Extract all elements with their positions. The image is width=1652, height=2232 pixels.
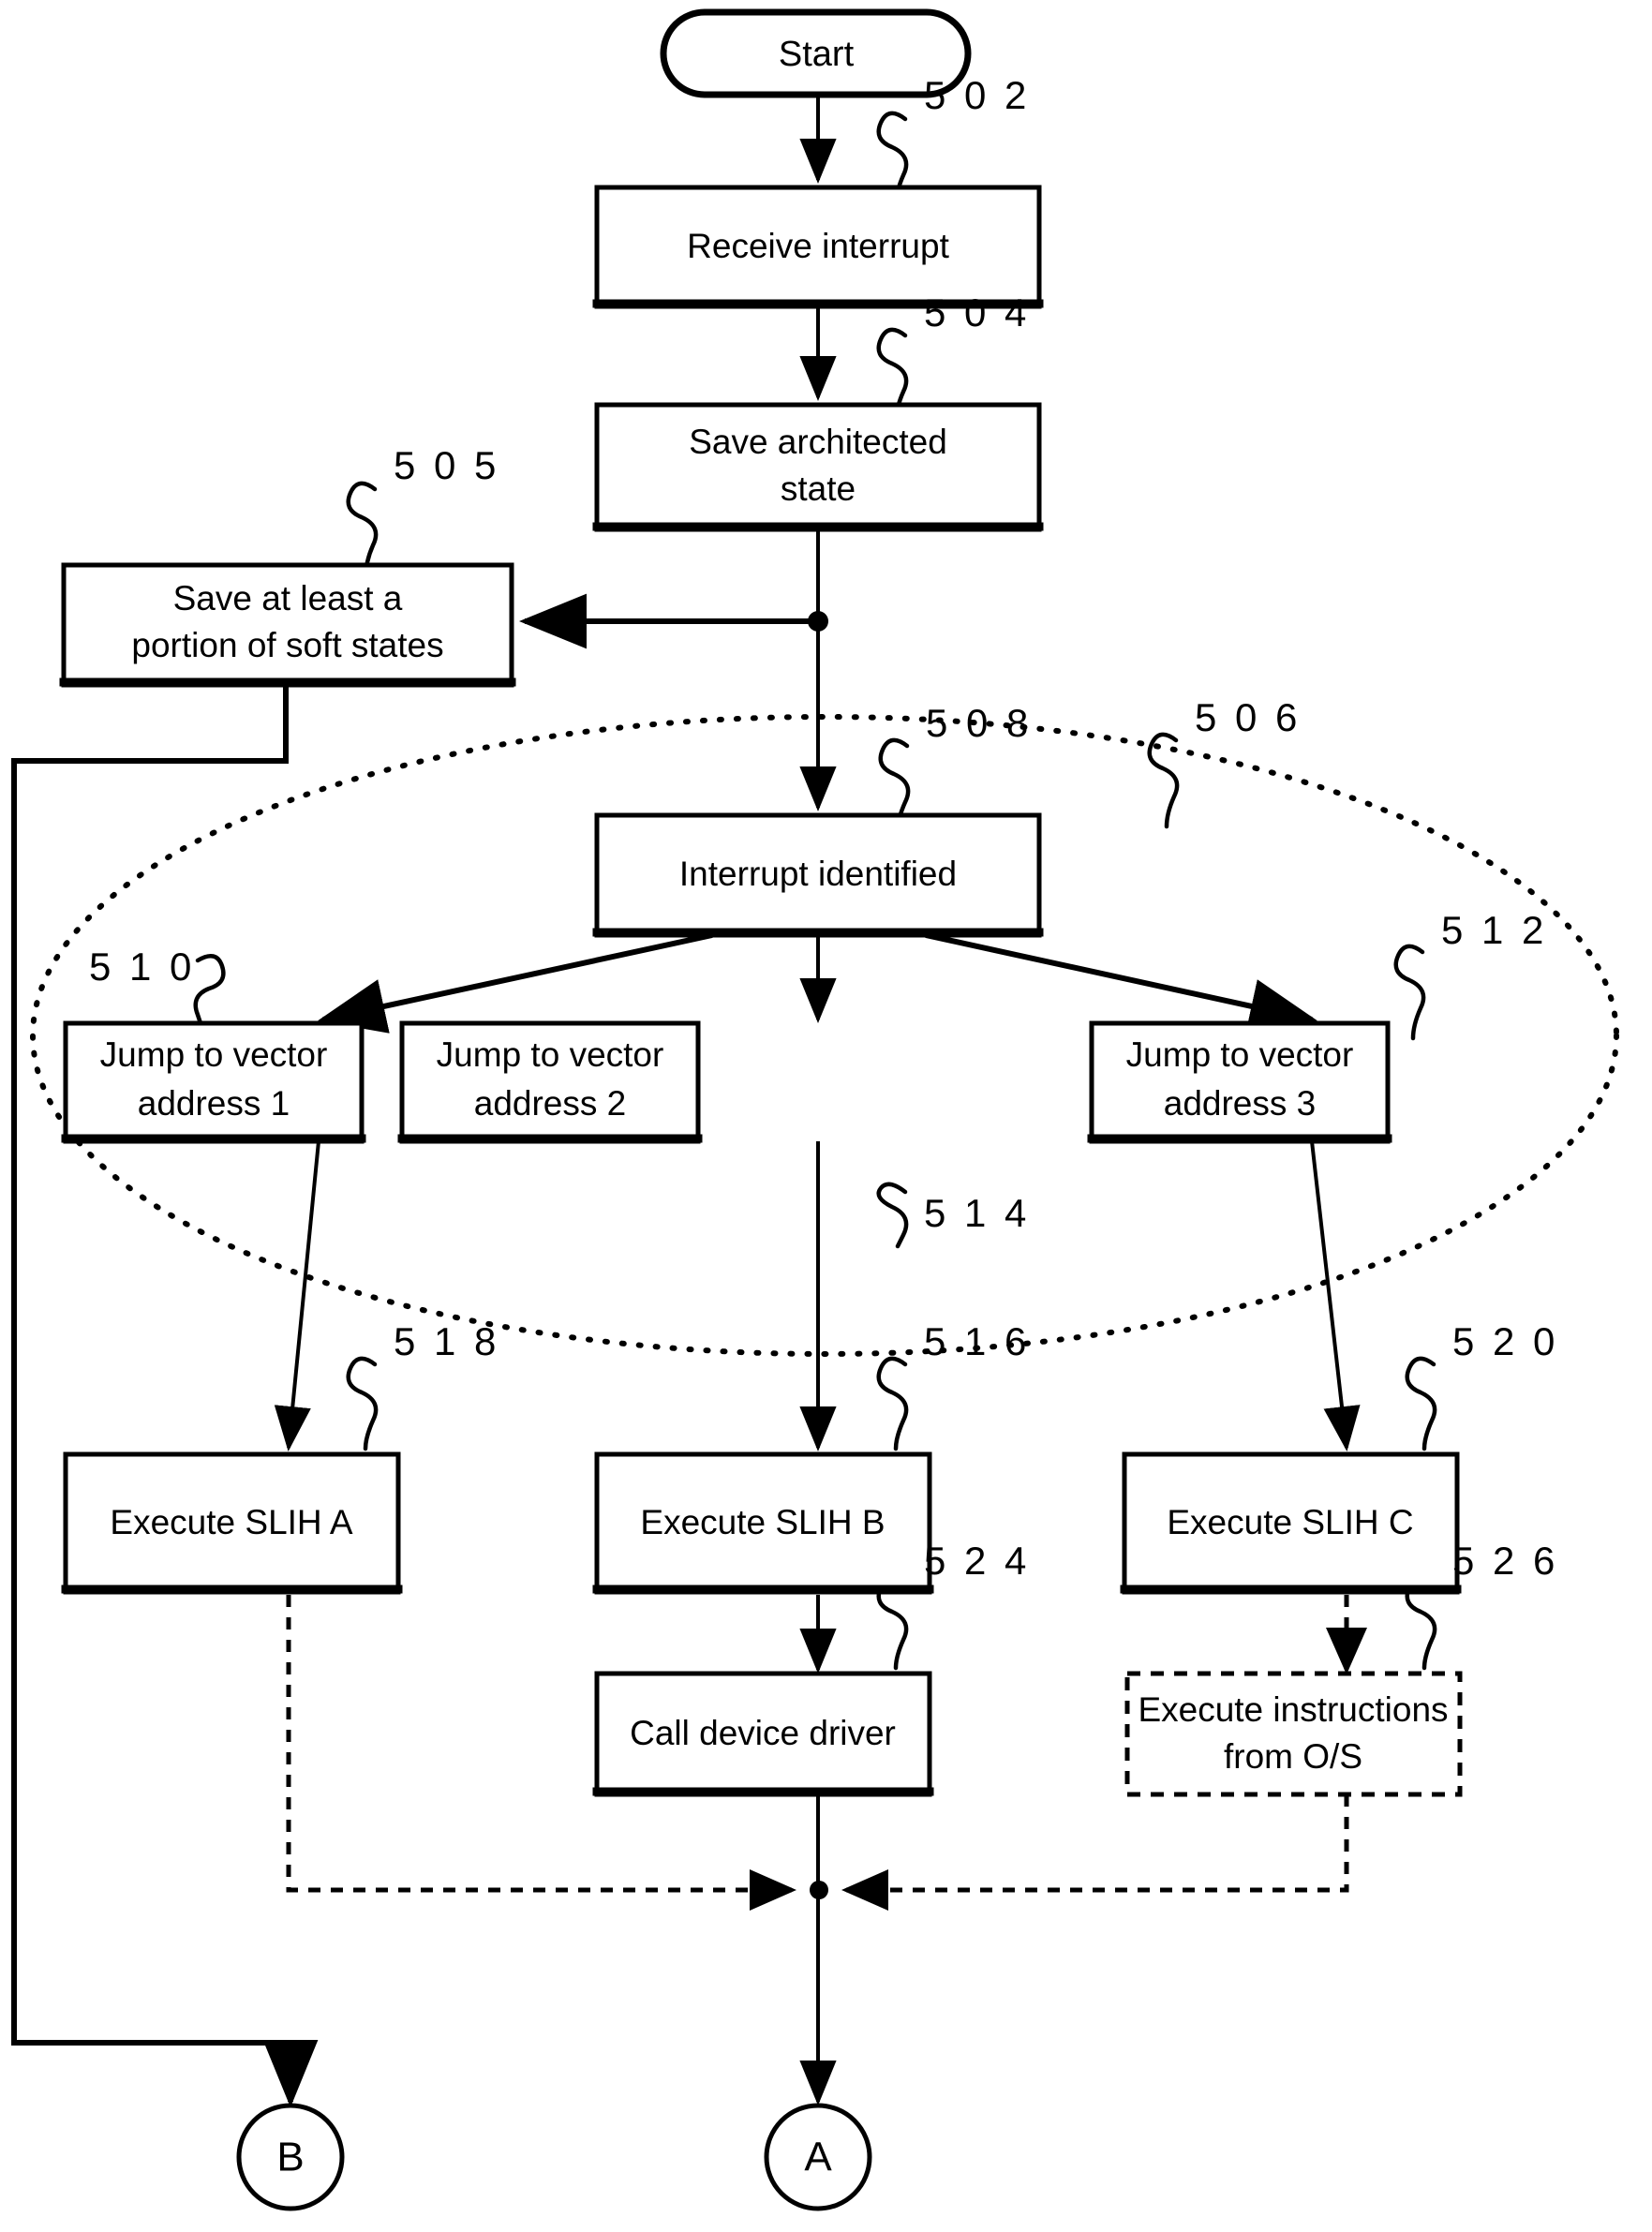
connector-a-label: A (804, 2135, 832, 2180)
patent-figure-root: Start Receive interrupt Save architected… (0, 0, 1652, 2232)
interrupt-identified-label: Interrupt identified (679, 855, 957, 893)
ref-numeral-518: 5 1 8 (394, 1319, 499, 1363)
merge-junction-dot (810, 1881, 828, 1899)
edge-interrupt-to-jump1 (318, 932, 713, 1034)
node-execute-slih-a: Execute SLIH A (61, 1451, 403, 1595)
ref-numeral-502: 5 0 2 (924, 73, 1030, 117)
node-execute-slih-b: Execute SLIH B (592, 1451, 934, 1595)
execute-os-label-line1: Execute instructions (1138, 1690, 1448, 1729)
execute-slih-c-label: Execute SLIH C (1167, 1503, 1413, 1541)
ref-numeral-514: 5 1 4 (924, 1191, 1030, 1235)
edge-jump1-to-slih-a (274, 1140, 320, 1451)
ref-numeral-505: 5 0 5 (394, 443, 499, 487)
edge-interrupt-to-jump3 (925, 932, 1317, 1034)
execute-slih-a-label: Execute SLIH A (110, 1503, 352, 1541)
node-interrupt-identified: Interrupt identified (592, 812, 1044, 938)
jump-vector-1-label-line2: address 1 (138, 1084, 290, 1123)
node-jump-vector-2: Jump to vector address 2 (397, 1020, 703, 1144)
save-soft-states-label-line2: portion of soft states (131, 626, 443, 664)
edge-soft-states-to-connector-b (11, 685, 319, 2107)
node-execute-slih-c: Execute SLIH C (1120, 1451, 1462, 1595)
node-receive-interrupt: Receive interrupt (592, 185, 1044, 309)
node-save-architected-state: Save architected state (592, 402, 1044, 532)
ref-numeral-524: 5 2 4 (924, 1539, 1030, 1583)
junction-dot-soft-states (808, 611, 828, 632)
ref-numeral-506: 5 0 6 (1195, 695, 1301, 739)
ref-numeral-512: 5 1 2 (1441, 908, 1547, 952)
ref-numeral-526: 5 2 6 (1452, 1539, 1558, 1583)
node-jump-vector-1: Jump to vector address 1 (61, 1020, 366, 1144)
leader-518 (346, 1356, 379, 1451)
execute-os-label-line2: from O/S (1224, 1737, 1362, 1776)
receive-interrupt-label: Receive interrupt (687, 227, 949, 265)
ref-numeral-510: 5 1 0 (89, 945, 195, 989)
ref-numeral-508: 5 0 8 (926, 701, 1032, 745)
node-connector-a: A (764, 2103, 872, 2211)
start-label: Start (779, 35, 855, 74)
connector-b-label: B (276, 2135, 304, 2180)
jump-vector-3-label-line2: address 3 (1164, 1084, 1317, 1123)
node-jump-vector-3: Jump to vector address 3 (1087, 1020, 1392, 1144)
leader-512 (1393, 944, 1426, 1041)
leader-520 (1405, 1356, 1437, 1451)
jump-vector-1-label-line1: Jump to vector (100, 1035, 328, 1074)
save-soft-states-label-line1: Save at least a (173, 579, 403, 618)
jump-vector-3-label-line1: Jump to vector (1126, 1035, 1354, 1074)
ref-numeral-520: 5 2 0 (1452, 1319, 1558, 1363)
node-connector-b: B (236, 2103, 345, 2211)
edge-os-to-merge (841, 1794, 1349, 1912)
ref-numeral-504: 5 0 4 (924, 290, 1030, 335)
jump-vector-2-label-line2: address 2 (474, 1084, 627, 1123)
save-architected-label-line2: state (781, 469, 856, 508)
edge-jump3-to-slih-c (1310, 1140, 1361, 1451)
call-device-driver-label: Call device driver (630, 1714, 896, 1752)
jump-vector-2-label-line1: Jump to vector (437, 1035, 664, 1074)
node-save-soft-states: Save at least a portion of soft states (59, 562, 516, 688)
node-call-device-driver: Call device driver (592, 1671, 934, 1797)
ref-numeral-516: 5 1 6 (924, 1319, 1030, 1363)
save-architected-label-line1: Save architected (689, 423, 947, 461)
leader-514 (876, 1182, 909, 1249)
node-start: Start (660, 8, 972, 98)
flowchart-canvas: Start Receive interrupt Save architected… (11, 8, 1619, 2211)
execute-slih-b-label: Execute SLIH B (640, 1503, 885, 1541)
leader-516 (876, 1356, 909, 1451)
node-execute-os-instructions: Execute instructions from O/S (1124, 1671, 1463, 1797)
